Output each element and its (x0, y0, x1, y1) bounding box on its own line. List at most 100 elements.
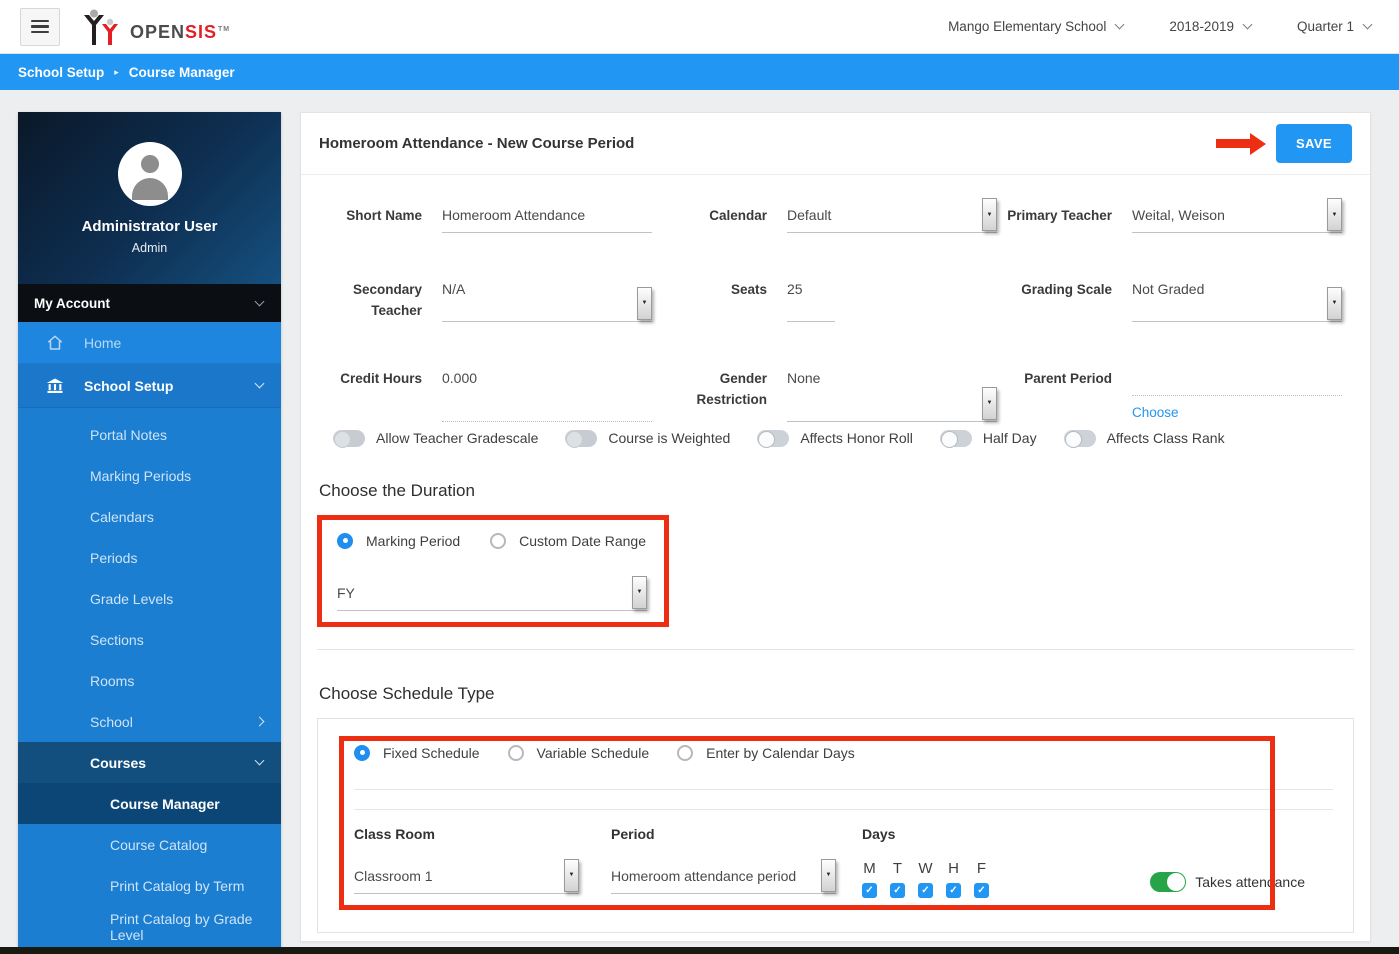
parent-period-label: Parent Period (1024, 370, 1112, 386)
fixed-schedule-radio[interactable]: Fixed Schedule (354, 744, 480, 761)
chevron-down-icon (254, 755, 265, 766)
radio-checked-icon (337, 532, 353, 549)
thursday-checkbox[interactable]: ✓ (946, 882, 961, 898)
dropdown-arrow-icon: ▼ (982, 386, 997, 420)
short-name-label: Short Name (346, 208, 422, 223)
sidebar-item-school-setup[interactable]: School Setup (18, 364, 281, 408)
sidebar-item-rooms[interactable]: Rooms (18, 660, 281, 701)
primary-teacher-select[interactable]: Weital, Weison ▼ (1132, 198, 1342, 233)
course-period-panel: Homeroom Attendance - New Course Period … (300, 112, 1371, 942)
school-selector[interactable]: Mango Elementary School (948, 19, 1125, 34)
schedule-type-heading: Choose Schedule Type (319, 683, 495, 703)
calendar-select[interactable]: Default ▼ (787, 198, 997, 233)
sidebar-item-print-catalog-by-grade-level[interactable]: Print Catalog by Grade Level (18, 906, 281, 947)
gender-restriction-label: Gender Restriction (696, 370, 767, 407)
sidebar: Administrator User Admin My Account Home… (18, 112, 281, 948)
quarter-selector[interactable]: Quarter 1 (1297, 19, 1373, 34)
days-label: Days (862, 825, 896, 842)
monday-checkbox[interactable]: ✓ (862, 882, 877, 898)
sidebar-item-my-account[interactable]: My Account (18, 284, 281, 322)
divider (354, 788, 1333, 790)
class-room-label: Class Room (354, 825, 435, 842)
school-setup-icon (46, 378, 64, 393)
short-name-input[interactable]: Homeroom Attendance (442, 201, 652, 233)
parent-period-choose-link[interactable]: Choose (1132, 405, 1179, 420)
bottom-edge-strip (0, 947, 1399, 954)
top-header: openSISTM Mango Elementary School 2018-2… (0, 0, 1399, 54)
allow-teacher-gradescale-toggle[interactable] (333, 429, 365, 448)
chevron-down-icon (1242, 19, 1253, 30)
period-select[interactable]: Homeroom attendance period ▼ (611, 858, 836, 894)
day-letter-tuesday: T (892, 859, 903, 877)
breadcrumb: School Setup ▸ Course Manager (0, 54, 1399, 90)
marking-period-radio[interactable]: Marking Period (337, 532, 460, 549)
half-day-toggle[interactable] (939, 429, 972, 448)
credit-hours-label: Credit Hours (340, 370, 422, 386)
sidebar-item-grade-levels[interactable]: Grade Levels (18, 578, 281, 619)
radio-unchecked-icon (677, 744, 694, 761)
panel-header: Homeroom Attendance - New Course Period … (301, 113, 1370, 175)
takes-attendance-toggle[interactable] (1150, 871, 1187, 892)
tuesday-checkbox[interactable]: ✓ (890, 882, 905, 898)
takes-attendance-label: Takes attendance (1195, 873, 1305, 890)
course-toggles: Allow Teacher Gradescale Course is Weigh… (333, 429, 1354, 448)
breadcrumb-school-setup[interactable]: School Setup (18, 65, 104, 80)
page-title: Homeroom Attendance - New Course Period (319, 135, 635, 152)
gender-restriction-select[interactable]: None ▼ (787, 364, 997, 422)
sidebar-item-marking-periods[interactable]: Marking Periods (18, 455, 281, 496)
radio-unchecked-icon (490, 532, 507, 549)
secondary-teacher-select[interactable]: N/A ▼ (442, 275, 652, 322)
wednesday-checkbox[interactable]: ✓ (918, 882, 933, 898)
friday-checkbox[interactable]: ✓ (974, 882, 989, 898)
chevron-down-icon (1114, 19, 1125, 30)
marking-period-select[interactable]: FY ▼ (337, 575, 647, 611)
day-letter-thursday: H (948, 859, 959, 877)
chevron-down-icon (254, 378, 265, 389)
sidebar-item-calendars[interactable]: Calendars (18, 496, 281, 537)
parent-period-input[interactable] (1132, 364, 1342, 396)
calendar-label: Calendar (709, 208, 767, 223)
radio-checked-icon (354, 744, 370, 761)
sidebar-item-sections[interactable]: Sections (18, 619, 281, 660)
affects-class-rank-toggle[interactable] (1063, 429, 1096, 448)
duration-section: Marking Period Custom Date Range FY ▼ (317, 514, 669, 627)
hamburger-menu-button[interactable] (20, 7, 60, 46)
seats-input[interactable]: 25 (787, 275, 835, 322)
sidebar-item-course-manager[interactable]: Course Manager (18, 783, 281, 824)
sidebar-item-school[interactable]: School (18, 701, 281, 742)
variable-schedule-radio[interactable]: Variable Schedule (507, 744, 649, 761)
breadcrumb-course-manager[interactable]: Course Manager (129, 65, 235, 80)
seats-label: Seats (730, 282, 767, 297)
day-letter-friday: F (976, 859, 987, 877)
day-letter-wednesday: W (918, 859, 933, 877)
annotation-arrow (1215, 132, 1266, 155)
enter-by-calendar-days-radio[interactable]: Enter by Calendar Days (677, 744, 855, 761)
course-is-weighted-toggle[interactable] (565, 429, 598, 448)
custom-date-range-radio[interactable]: Custom Date Range (490, 532, 646, 549)
opensis-logo-icon (84, 9, 118, 45)
sidebar-item-home[interactable]: Home (18, 322, 281, 364)
school-year-selector[interactable]: 2018-2019 (1169, 19, 1253, 34)
opensis-logo: openSISTM (82, 9, 230, 45)
radio-unchecked-icon (507, 744, 524, 761)
sidebar-item-portal-notes[interactable]: Portal Notes (18, 414, 281, 455)
dropdown-arrow-icon: ▼ (1327, 286, 1342, 320)
class-room-select[interactable]: Classroom 1 ▼ (354, 858, 579, 894)
sidebar-item-periods[interactable]: Periods (18, 537, 281, 578)
dropdown-arrow-icon: ▼ (1327, 198, 1342, 231)
save-button[interactable]: SAVE (1275, 124, 1352, 163)
sidebar-item-label: Home (84, 334, 122, 351)
sidebar-item-print-catalog-by-term[interactable]: Print Catalog by Term (18, 865, 281, 906)
profile-card: Administrator User Admin (18, 112, 281, 284)
sidebar-item-course-catalog[interactable]: Course Catalog (18, 824, 281, 865)
home-icon (47, 335, 63, 350)
grading-scale-select[interactable]: Not Graded ▼ (1132, 275, 1342, 322)
affects-honor-roll-toggle[interactable] (757, 429, 790, 448)
schedule-type-section: Fixed Schedule Variable Schedule Enter b… (317, 717, 1354, 933)
credit-hours-input[interactable]: 0.000 (442, 364, 652, 422)
sidebar-item-courses[interactable]: Courses (18, 742, 281, 783)
sidebar-item-label: School Setup (84, 377, 174, 394)
period-label: Period (611, 825, 655, 842)
school-setup-submenu: Portal Notes Marking Periods Calendars P… (18, 408, 281, 947)
grading-scale-label: Grading Scale (1021, 282, 1112, 297)
